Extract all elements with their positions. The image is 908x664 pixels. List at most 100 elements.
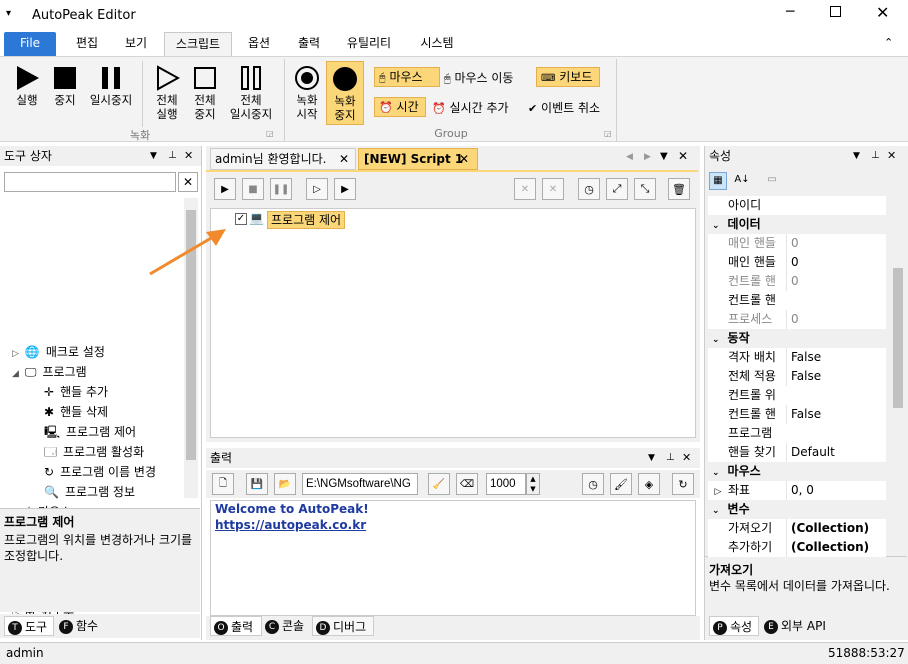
close-icon[interactable]: ✕	[682, 448, 691, 468]
run-all-button[interactable]: 전체 실행	[148, 65, 186, 121]
property-value[interactable]: 0	[786, 310, 799, 329]
property-row[interactable]: ▷ 좌표 0, 0	[708, 481, 886, 500]
property-row[interactable]: 추가하기 (Collection)	[708, 538, 886, 557]
property-value[interactable]: False	[786, 405, 821, 424]
close-tab-icon[interactable]: ✕	[339, 149, 349, 169]
close-tab-icon[interactable]: ✕	[459, 149, 469, 169]
script-delete-all-button[interactable]: ✕	[542, 178, 564, 200]
script-delete-button[interactable]: ✕	[514, 178, 536, 200]
eraser-button[interactable]: ⌫	[456, 473, 478, 495]
property-row[interactable]: 격자 배치 False	[708, 348, 886, 367]
property-row[interactable]: 매인 핸들 0	[708, 234, 886, 253]
save-log-button[interactable]: 💾	[246, 473, 268, 495]
property-category[interactable]: ⌄ 변수	[708, 500, 886, 519]
property-value[interactable]: 0, 0	[786, 481, 814, 500]
script-node[interactable]: 프로그램 제어	[267, 211, 346, 229]
tab-external-api[interactable]: E 외부 API	[761, 616, 833, 636]
mouse-toggle[interactable]: 🖰 마우스	[374, 67, 440, 87]
tab-output-log[interactable]: O 출력	[210, 616, 262, 636]
property-value[interactable]: 0	[786, 234, 799, 253]
property-value[interactable]: False	[786, 367, 821, 386]
tree-item[interactable]: 🔍 프로그램 정보	[44, 482, 135, 502]
property-pages-button[interactable]: ▭	[763, 172, 781, 190]
dropdown-icon[interactable]: ▼	[150, 146, 157, 166]
property-row[interactable]: 매인 핸들 0	[708, 253, 886, 272]
property-row[interactable]: 프로세스 0	[708, 310, 886, 329]
property-row[interactable]: 핸들 찾기 Default	[708, 443, 886, 462]
collapse-ribbon-icon[interactable]: ⌃	[884, 36, 893, 49]
clean-button[interactable]: 🧹	[428, 473, 450, 495]
property-row[interactable]: 컨트롤 핸	[708, 291, 886, 310]
tree-item[interactable]: ↻ 프로그램 이름 변경	[44, 462, 156, 482]
maximize-icon[interactable]	[830, 6, 841, 17]
tree-item[interactable]: ✛ 핸들 추가	[44, 382, 108, 402]
run-button[interactable]: 실행	[8, 65, 46, 107]
script-canvas[interactable]: ✓ 💻 프로그램 제어	[210, 208, 696, 438]
scroll-left-icon[interactable]: ◀	[626, 152, 633, 162]
expander-icon[interactable]: ◢	[12, 369, 19, 379]
dialog-launcher-icon[interactable]: ◲	[266, 129, 274, 138]
property-value[interactable]: (Collection)	[786, 519, 869, 538]
pause-all-button[interactable]: 전체 일시중지	[224, 65, 278, 121]
categorized-view-button[interactable]: ▦	[709, 172, 727, 190]
property-row[interactable]: 가져오기 (Collection)	[708, 519, 886, 538]
property-value[interactable]: 0	[786, 272, 799, 291]
properties-scrollbar[interactable]	[891, 198, 905, 552]
tab-system[interactable]: 시스템	[408, 32, 466, 56]
collapse-button[interactable]: ⤡	[634, 178, 656, 200]
brush-button[interactable]: 🖌	[610, 473, 632, 495]
property-row[interactable]: 전체 적용 False	[708, 367, 886, 386]
property-row[interactable]: 아이디	[708, 196, 886, 215]
tree-item[interactable]: 🖳 프로그램 제어	[44, 422, 136, 442]
tab-tools[interactable]: T 도구	[4, 616, 54, 636]
tree-item[interactable]: ◢ 🖵 프로그램	[12, 362, 87, 382]
script-timer-button[interactable]: ◷	[578, 178, 600, 200]
script-run-to-button[interactable]: ▶	[334, 178, 356, 200]
tab-functions[interactable]: F 함수	[56, 616, 106, 636]
output-log[interactable]: Welcome to AutoPeak! https://autopeak.co…	[210, 500, 696, 616]
fill-button[interactable]: ◈	[638, 473, 660, 495]
time-stamp-button[interactable]: ◷	[582, 473, 604, 495]
dropdown-icon[interactable]: ▼	[853, 146, 860, 166]
property-row[interactable]: 프로그램	[708, 424, 886, 443]
trash-button[interactable]: 🗑	[668, 178, 690, 200]
scroll-right-icon[interactable]: ▶	[644, 152, 651, 162]
cancel-event-toggle[interactable]: ✔ 이벤트 취소	[528, 99, 600, 118]
tab-debug[interactable]: D 디버그	[312, 616, 374, 636]
close-icon[interactable]: ✕	[184, 146, 193, 166]
minimize-icon[interactable]: ─	[786, 4, 794, 20]
homepage-link[interactable]: https://autopeak.co.kr	[211, 517, 695, 533]
property-value[interactable]: 0	[786, 253, 799, 272]
tree-item[interactable]: 🗔 프로그램 활성화	[44, 442, 144, 462]
line-limit-spinner[interactable]: ▲ ▼	[526, 473, 540, 495]
property-category[interactable]: ⌄ 데이터	[708, 215, 886, 234]
expander-icon[interactable]: ▷	[12, 349, 19, 359]
open-folder-button[interactable]: 📂	[274, 473, 296, 495]
refresh-button[interactable]: ↻	[672, 473, 694, 495]
doc-tab-script[interactable]: [NEW] Script 1 ✕	[358, 148, 478, 170]
tree-item[interactable]: ▷ 🌐 매크로 설정	[12, 342, 105, 362]
property-category[interactable]: ⌄ 마우스	[708, 462, 886, 481]
tree-item[interactable]: ✱ 핸들 삭제	[44, 402, 108, 422]
close-icon[interactable]: ✕	[876, 3, 889, 22]
pin-icon[interactable]: ⊥	[666, 448, 675, 468]
tab-edit[interactable]: 편집	[64, 32, 110, 56]
pin-icon[interactable]: ⊥	[871, 146, 880, 166]
property-value[interactable]: False	[786, 348, 821, 367]
path-input[interactable]	[302, 473, 418, 495]
pin-icon[interactable]: ⊥	[168, 146, 177, 166]
tab-list-icon[interactable]: ▼	[660, 151, 668, 162]
tab-output[interactable]: 출력	[286, 32, 332, 56]
pause-button[interactable]: 일시중지	[84, 65, 138, 107]
property-row[interactable]: 컨트롤 위	[708, 386, 886, 405]
property-value[interactable]: Default	[786, 443, 835, 462]
property-value[interactable]: (Collection)	[786, 538, 869, 557]
script-pause-button[interactable]: ❚❚	[270, 178, 292, 200]
property-row[interactable]: 컨트롤 핸 False	[708, 405, 886, 424]
script-play-button[interactable]: ▶	[214, 178, 236, 200]
dialog-launcher-icon[interactable]: ◲	[604, 129, 612, 138]
property-row[interactable]: 컨트롤 핸 0	[708, 272, 886, 291]
time-toggle[interactable]: ⏰ 시간	[374, 97, 426, 117]
script-step-button[interactable]: ▷	[306, 178, 328, 200]
new-log-button[interactable]: 🗋	[212, 473, 234, 495]
